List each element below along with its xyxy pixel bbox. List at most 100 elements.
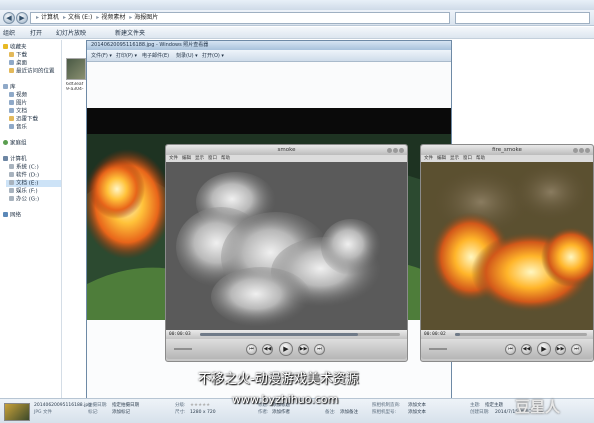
breadcrumb-poster-images[interactable]: 海报图片 [134,14,158,21]
smoke-video-frame[interactable] [166,162,407,330]
play-button[interactable]: ▶ [279,342,293,356]
nav-thunder-downloads[interactable]: 迅雷下载 [9,116,38,123]
tags-value[interactable]: 添加标记 [112,410,130,416]
viewer-menu-email[interactable]: 电子邮件(E) [142,52,169,60]
smoke-menu-help[interactable]: 帮助 [221,156,230,161]
nav-drive-g[interactable]: 办公 (G:) [9,196,39,203]
photo-viewer-title: 20140620095116188.jpg - Windows 照片查看器 [87,41,451,50]
viewer-menu-burn[interactable]: 刻录(U) ▾ [176,52,198,60]
fire-scrubber[interactable] [455,333,587,336]
smoke-player-window: smoke 文件 编辑 显示 窗口 帮助 00:00:03 ⏮ ◀◀ ▶ ▶▶ … [165,144,408,362]
search-input[interactable] [455,12,590,24]
brand-watermark: 豆星人 [515,398,561,416]
back-button[interactable]: ◀ [3,12,15,24]
viewer-menu-print[interactable]: 打印(P) ▾ [116,52,137,60]
rating-stars[interactable]: ★★★★★ [190,403,210,409]
drive-icon [9,188,14,193]
new-folder-button[interactable]: 新建文件夹 [115,29,145,38]
smoke-menu-view[interactable]: 显示 [195,156,204,161]
minimize-button[interactable] [387,148,392,153]
play-button[interactable]: ▶ [537,342,551,356]
nav-favorites[interactable]: 收藏夹 [3,44,27,51]
camera-maker-value[interactable]: 添加文本 [408,403,426,409]
nav-computer[interactable]: 计算机 [3,156,27,163]
close-button[interactable] [399,148,404,153]
nav-recent[interactable]: 最近访问的位置 [9,68,55,75]
breadcrumb-video-materials[interactable]: 视频素材 [101,14,125,21]
drive-icon [9,172,14,177]
smoke-menu-file[interactable]: 文件 [169,156,178,161]
smoke-volume-slider[interactable] [174,348,192,350]
navigation-pane: 收藏夹 下载 桌面 最近访问的位置 库 视频 图片 文档 迅雷下载 音乐 家庭组… [0,40,62,398]
breadcrumb[interactable]: ▸ 计算机 ▸ 文档 (E:) ▸ 视频素材 ▸ 海报图片 [30,12,450,24]
nav-libraries[interactable]: 库 [3,84,16,91]
fire-volume-slider[interactable] [429,348,447,350]
smoke-player-title: smoke [277,147,296,153]
fire-video-frame[interactable] [421,162,593,330]
close-button[interactable] [585,148,590,153]
created-label: 创建日期: [470,410,490,415]
subject-value[interactable]: 指定主题 [485,403,503,409]
file-thumbnail[interactable] [66,58,86,80]
fast-forward-button[interactable]: ▶▶ [555,344,566,355]
nav-videos[interactable]: 视频 [9,92,27,99]
camera-model-value[interactable]: 添加文本 [408,410,426,416]
breadcrumb-drive-e[interactable]: 文档 (E:) [68,14,92,21]
smoke-menu-window[interactable]: 窗口 [208,156,217,161]
music-library-icon [9,124,14,129]
tags-label: 标记: [88,410,99,415]
nav-desktop[interactable]: 桌面 [9,60,27,67]
rewind-button[interactable]: ◀◀ [262,344,273,355]
file-name-line-2: 9-a304- [66,87,84,92]
details-filename: 20140620095116188.jpg [34,403,92,408]
authors-value[interactable]: 添加作者 [272,410,290,416]
viewer-menu-open[interactable]: 打开(O) ▾ [202,52,224,60]
nav-network[interactable]: 网络 [3,212,21,219]
size-label: 尺寸: [175,410,186,415]
fire-menu-window[interactable]: 窗口 [463,156,472,161]
fire-player-window: fire_smoke 文件 编辑 显示 窗口 帮助 00:00:02 ⏮ ◀◀ … [420,144,594,362]
nav-homegroup[interactable]: 家庭组 [3,140,27,147]
network-icon [3,212,8,217]
date-taken-value[interactable]: 指定拍摄日期 [112,403,139,409]
fire-menu-help[interactable]: 帮助 [476,156,485,161]
fire-menu-file[interactable]: 文件 [424,156,433,161]
nav-pictures[interactable]: 图片 [9,100,27,107]
forward-button[interactable]: ▶ [16,12,28,24]
rewind-button[interactable]: ◀◀ [521,344,532,355]
maximize-button[interactable] [579,148,584,153]
nav-drive-c[interactable]: 系统 (C:) [9,164,39,171]
subject-label: 主题: [470,403,481,408]
fire-menu-edit[interactable]: 编辑 [437,156,446,161]
comments-value[interactable]: 添加备注 [340,410,358,416]
computer-icon [3,156,8,161]
fire-controls: ⏮ ◀◀ ▶ ▶▶ ⏭ [421,339,593,359]
go-to-start-button[interactable]: ⏮ [246,344,257,355]
slideshow-button[interactable]: 幻灯片放映 [56,29,86,38]
nav-music[interactable]: 音乐 [9,124,27,131]
nav-drive-e[interactable]: 文档 (E:) [6,180,61,187]
minimize-button[interactable] [573,148,578,153]
breadcrumb-computer[interactable]: 计算机 [41,14,59,21]
fast-forward-button[interactable]: ▶▶ [298,344,309,355]
go-to-end-button[interactable]: ⏭ [571,344,582,355]
smoke-scrubber[interactable] [200,333,400,336]
star-icon [3,44,8,49]
go-to-end-button[interactable]: ⏭ [314,344,325,355]
command-bar [0,27,594,39]
picture-library-icon [9,100,14,105]
nav-documents[interactable]: 文档 [9,108,27,115]
folder-icon [9,52,14,57]
open-button[interactable]: 打开 [30,29,42,38]
fire-menu-view[interactable]: 显示 [450,156,459,161]
go-to-start-button[interactable]: ⏮ [505,344,516,355]
nav-drive-f[interactable]: 娱乐 (F:) [9,188,38,195]
smoke-menu-edit[interactable]: 编辑 [182,156,191,161]
viewer-menu-file[interactable]: 文件(F) ▾ [91,52,112,60]
maximize-button[interactable] [393,148,398,153]
nav-drive-d[interactable]: 软件 (D:) [9,172,39,179]
fire-timecode: 00:00:02 [424,332,446,337]
nav-downloads[interactable]: 下载 [9,52,27,59]
organize-button[interactable]: 组织 [3,29,15,38]
smoke-player-titlebar: smoke [166,145,407,155]
